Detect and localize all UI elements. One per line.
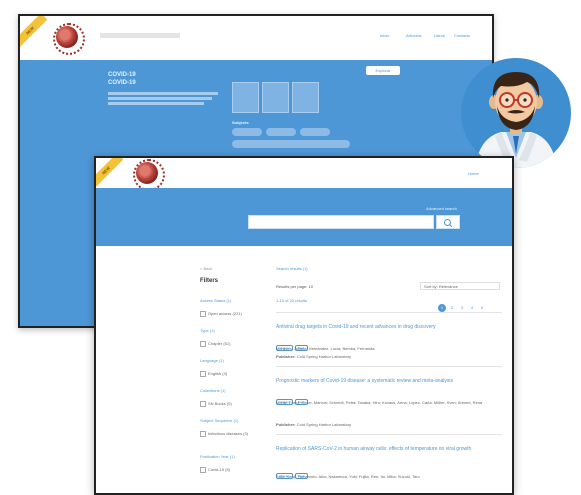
doctor-illustration <box>475 72 557 168</box>
back-stat-box <box>232 82 259 113</box>
page-button[interactable]: 4 <box>468 304 476 312</box>
back-stat-box <box>292 82 319 113</box>
results-count: 1-10 of 20 results <box>276 298 307 303</box>
back-nav-link-3[interactable]: Libros <box>434 33 445 38</box>
doctor-avatar-icon <box>461 58 571 168</box>
back-subject-pill[interactable] <box>232 128 262 136</box>
filter-checkbox-item[interactable]: SN Books (5) <box>200 401 232 407</box>
publisher-name: Cold Spring Harbor Laboratory <box>296 422 352 427</box>
back-search-bar[interactable] <box>100 33 180 38</box>
divider <box>276 312 502 313</box>
advanced-search-link[interactable]: Advanced search <box>426 206 457 211</box>
back-subject-pill[interactable] <box>266 128 296 136</box>
result-title-link[interactable]: Prognostic markers of Covid-19 disease: … <box>276 378 453 384</box>
coronavirus-logo-icon <box>133 159 165 191</box>
checkbox[interactable] <box>200 341 206 347</box>
filter-group-head[interactable]: Collections (1) <box>200 388 226 393</box>
result-title-link[interactable]: Replication of SARS-CoV-2 in human airwa… <box>276 446 502 453</box>
filter-group-head[interactable]: Subject Sequence (1) <box>200 418 238 423</box>
filter-checkbox-item[interactable]: Open access (221) <box>200 311 242 317</box>
filter-item-label: Covid-19 (5) <box>208 467 231 473</box>
back-hero-text-line <box>108 102 204 105</box>
page-button[interactable]: 1 <box>438 304 446 312</box>
back-nav-link-1[interactable]: Inicio <box>380 33 389 38</box>
results-header[interactable]: Search results (1) <box>276 266 308 271</box>
search-icon <box>444 219 453 228</box>
publisher-name: Cold Spring Harbor Laboratory <box>296 354 352 359</box>
search-input[interactable] <box>248 215 434 229</box>
back-subject-pill[interactable] <box>232 140 350 148</box>
back-hero-title-1: COVID-19 <box>108 72 136 78</box>
filter-group-head[interactable]: Language (1) <box>200 358 224 363</box>
filter-group-head[interactable]: Type (1) <box>200 328 215 333</box>
front-nav-home[interactable]: Home <box>468 171 479 176</box>
back-subjects-label: Subjects <box>232 120 249 125</box>
checkbox[interactable] <box>200 371 206 377</box>
checkbox[interactable] <box>200 401 206 407</box>
filter-checkbox-item[interactable]: Chapter (51) <box>200 341 230 347</box>
search-button[interactable] <box>436 215 460 229</box>
back-nav-link-2[interactable]: Artículos <box>406 33 422 38</box>
filter-item-label: Chapter (51) <box>208 341 231 347</box>
filter-checkbox-item[interactable]: Infectious diseases (3) <box>200 431 248 437</box>
filter-item-label: Open access (221) <box>208 311 242 317</box>
results-per-page[interactable]: Results per page: 10 <box>276 284 313 289</box>
back-hero-text-line <box>108 97 212 100</box>
result-authors: Sato, Kenji; Yamamoto, Aiko; Nakamura, Y… <box>276 474 420 479</box>
sort-select[interactable]: Sort by: Relevance <box>420 282 500 290</box>
page-button[interactable]: 2 <box>448 304 456 312</box>
filter-checkbox-item[interactable]: Covid-19 (5) <box>200 467 230 473</box>
filter-group-head[interactable]: Publication Year (1) <box>200 454 235 459</box>
back-header <box>20 16 492 60</box>
back-hero-title-2: COVID-19 <box>108 80 136 86</box>
back-hero-text-line <box>108 92 218 95</box>
back-stat-box <box>262 82 289 113</box>
result-authors: Moritz, Franz; Keller, Marcus; Schmidt, … <box>276 400 483 405</box>
filter-item-label: English (3) <box>208 371 228 377</box>
filter-group-head[interactable]: Access Status (1) <box>200 298 231 303</box>
divider <box>276 366 502 367</box>
filters-title: Filters <box>200 278 219 284</box>
filter-item-label: SN Books (5) <box>208 401 232 407</box>
divider <box>276 434 502 435</box>
checkbox[interactable] <box>200 467 206 473</box>
filter-item-label: Infectious diseases (3) <box>208 431 249 437</box>
page-button[interactable]: 5 <box>478 304 486 312</box>
publisher-label: Publisher: <box>276 422 296 427</box>
result-publisher: Publisher: Cold Spring Harbor Laboratory <box>276 422 351 428</box>
back-explore-button[interactable]: Explorar <box>366 66 400 75</box>
back-nav-link-4[interactable]: Contacto <box>454 33 470 38</box>
page-button[interactable]: 3 <box>458 304 466 312</box>
checkbox[interactable] <box>200 431 206 437</box>
checkbox[interactable] <box>200 311 206 317</box>
publisher-label: Publisher: <box>276 354 296 359</box>
result-title-link[interactable]: Antiviral drug targets in Covid-19 and r… <box>276 324 436 330</box>
back-link[interactable]: < Back <box>200 266 212 271</box>
foreground-browser-window: NEW Home Advanced search < Back Filters … <box>94 156 514 495</box>
result-publisher: Publisher: Cold Spring Harbor Laboratory <box>276 354 351 360</box>
back-subject-pill[interactable] <box>300 128 330 136</box>
result-authors: Marques, Juliana; Hernández, Lucía; Bemb… <box>276 346 375 351</box>
coronavirus-logo-icon <box>53 23 85 55</box>
filter-checkbox-item[interactable]: English (3) <box>200 371 227 377</box>
